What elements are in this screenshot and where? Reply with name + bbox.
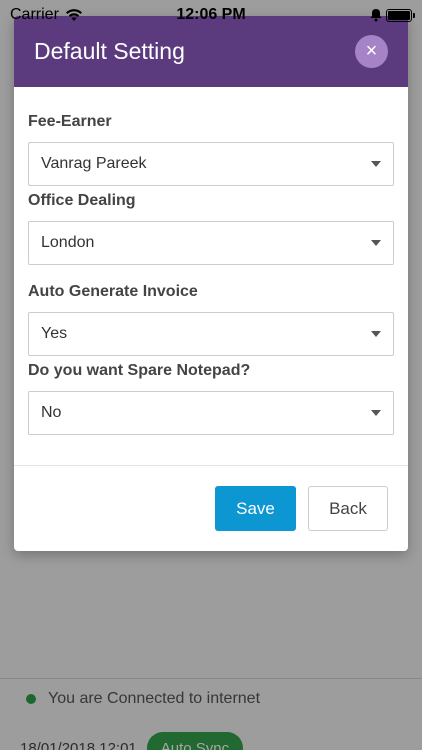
fee-earner-value: Vanrag Pareek [41,155,147,172]
auto-generate-invoice-value: Yes [41,325,68,342]
close-button[interactable]: × [355,35,388,68]
fee-earner-label: Fee-Earner [28,113,112,130]
battery-icon [386,8,415,22]
auto-generate-invoice-field: Auto Generate Invoice Yes [28,283,394,356]
fee-earner-select[interactable]: Vanrag Pareek [28,142,394,186]
spare-notepad-field: Do you want Spare Notepad? No [28,362,394,435]
office-dealing-select[interactable]: London [28,221,394,265]
spare-notepad-label: Do you want Spare Notepad? [28,362,251,379]
spare-notepad-select[interactable]: No [28,391,394,435]
chevron-down-icon [371,410,381,416]
alarm-icon [370,9,382,22]
office-dealing-field: Office Dealing London [28,192,394,265]
office-dealing-label: Office Dealing [28,192,136,209]
back-button[interactable]: Back [308,486,388,531]
close-icon: × [365,40,378,62]
modal-title: Default Setting [34,38,185,64]
chevron-down-icon [371,161,381,167]
auto-generate-invoice-label: Auto Generate Invoice [28,283,198,300]
fee-earner-field: Fee-Earner Vanrag Pareek [28,113,394,186]
status-bar: Carrier 12:06 PM [0,0,422,30]
modal-body: Fee-Earner Vanrag Pareek Office Dealing … [14,87,408,435]
carrier-label: Carrier [10,6,59,23]
chevron-down-icon [371,240,381,246]
default-setting-modal: Default Setting × Fee-Earner Vanrag Pare… [14,16,408,551]
modal-footer: Save Back [14,465,408,551]
auto-generate-invoice-select[interactable]: Yes [28,312,394,356]
status-time: 12:06 PM [176,6,246,23]
chevron-down-icon [371,331,381,337]
save-button[interactable]: Save [215,486,296,531]
spare-notepad-value: No [41,404,62,421]
wifi-icon [65,9,82,21]
office-dealing-value: London [41,234,95,251]
